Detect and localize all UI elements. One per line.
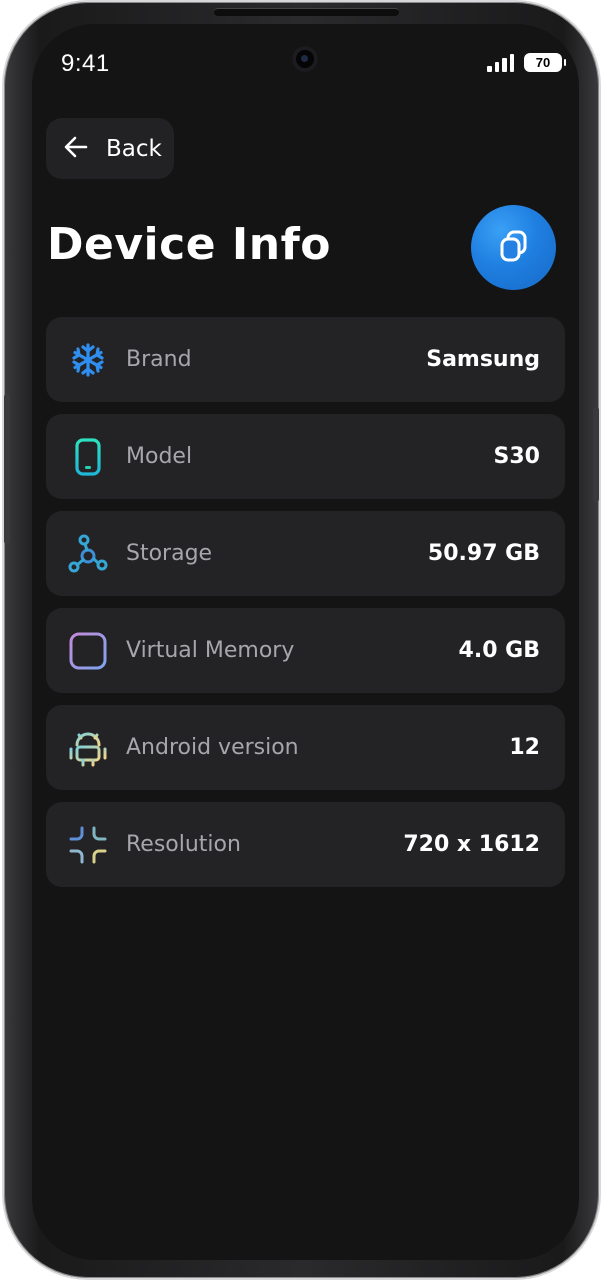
- info-label: Android version: [126, 735, 299, 760]
- smartphone-icon: [68, 437, 108, 477]
- node-graph-icon: [68, 534, 108, 574]
- back-button[interactable]: Back: [46, 118, 174, 179]
- side-button-left: [4, 394, 10, 544]
- server-stack-icon: [68, 631, 108, 671]
- screen: 9:41 70 Back Device Info Brand Samsung M…: [32, 24, 579, 1260]
- info-value: 720 x 1612: [403, 832, 540, 857]
- info-value: S30: [493, 444, 540, 469]
- side-button-right: [593, 407, 599, 502]
- info-label: Storage: [126, 541, 213, 566]
- signal-icon: [487, 54, 514, 72]
- info-row-model: Model S30: [46, 414, 565, 499]
- speaker-grille: [214, 8, 399, 16]
- info-label: Model: [126, 444, 193, 469]
- android-icon: [68, 728, 108, 768]
- info-label: Resolution: [126, 832, 241, 857]
- info-label: Virtual Memory: [126, 638, 295, 663]
- back-label: Back: [106, 135, 162, 162]
- status-bar: 9:41 70: [32, 24, 579, 104]
- page-title: Device Info: [47, 219, 331, 270]
- info-value: 50.97 GB: [427, 541, 540, 566]
- copy-button[interactable]: [471, 205, 556, 290]
- info-row-resolution: Resolution 720 x 1612: [46, 802, 565, 887]
- arrow-left-icon: [62, 133, 90, 165]
- battery-icon: 70: [524, 53, 566, 72]
- shrink-arrows-icon: [68, 825, 108, 865]
- snowflake-icon: [68, 340, 108, 380]
- front-camera: [292, 46, 318, 72]
- info-value: 4.0 GB: [458, 638, 540, 663]
- info-row-android-version: Android version 12: [46, 705, 565, 790]
- info-value: Samsung: [426, 347, 540, 372]
- device-info-list: Brand Samsung Model S30 Storage 50.97 GB…: [46, 317, 565, 899]
- info-row-storage: Storage 50.97 GB: [46, 511, 565, 596]
- copy-icon: [496, 228, 532, 268]
- info-row-virtual-memory: Virtual Memory 4.0 GB: [46, 608, 565, 693]
- info-label: Brand: [126, 347, 192, 372]
- info-row-brand: Brand Samsung: [46, 317, 565, 402]
- info-value: 12: [509, 735, 540, 760]
- phone-frame: 9:41 70 Back Device Info Brand Samsung M…: [4, 2, 599, 1278]
- status-time: 9:41: [61, 50, 110, 77]
